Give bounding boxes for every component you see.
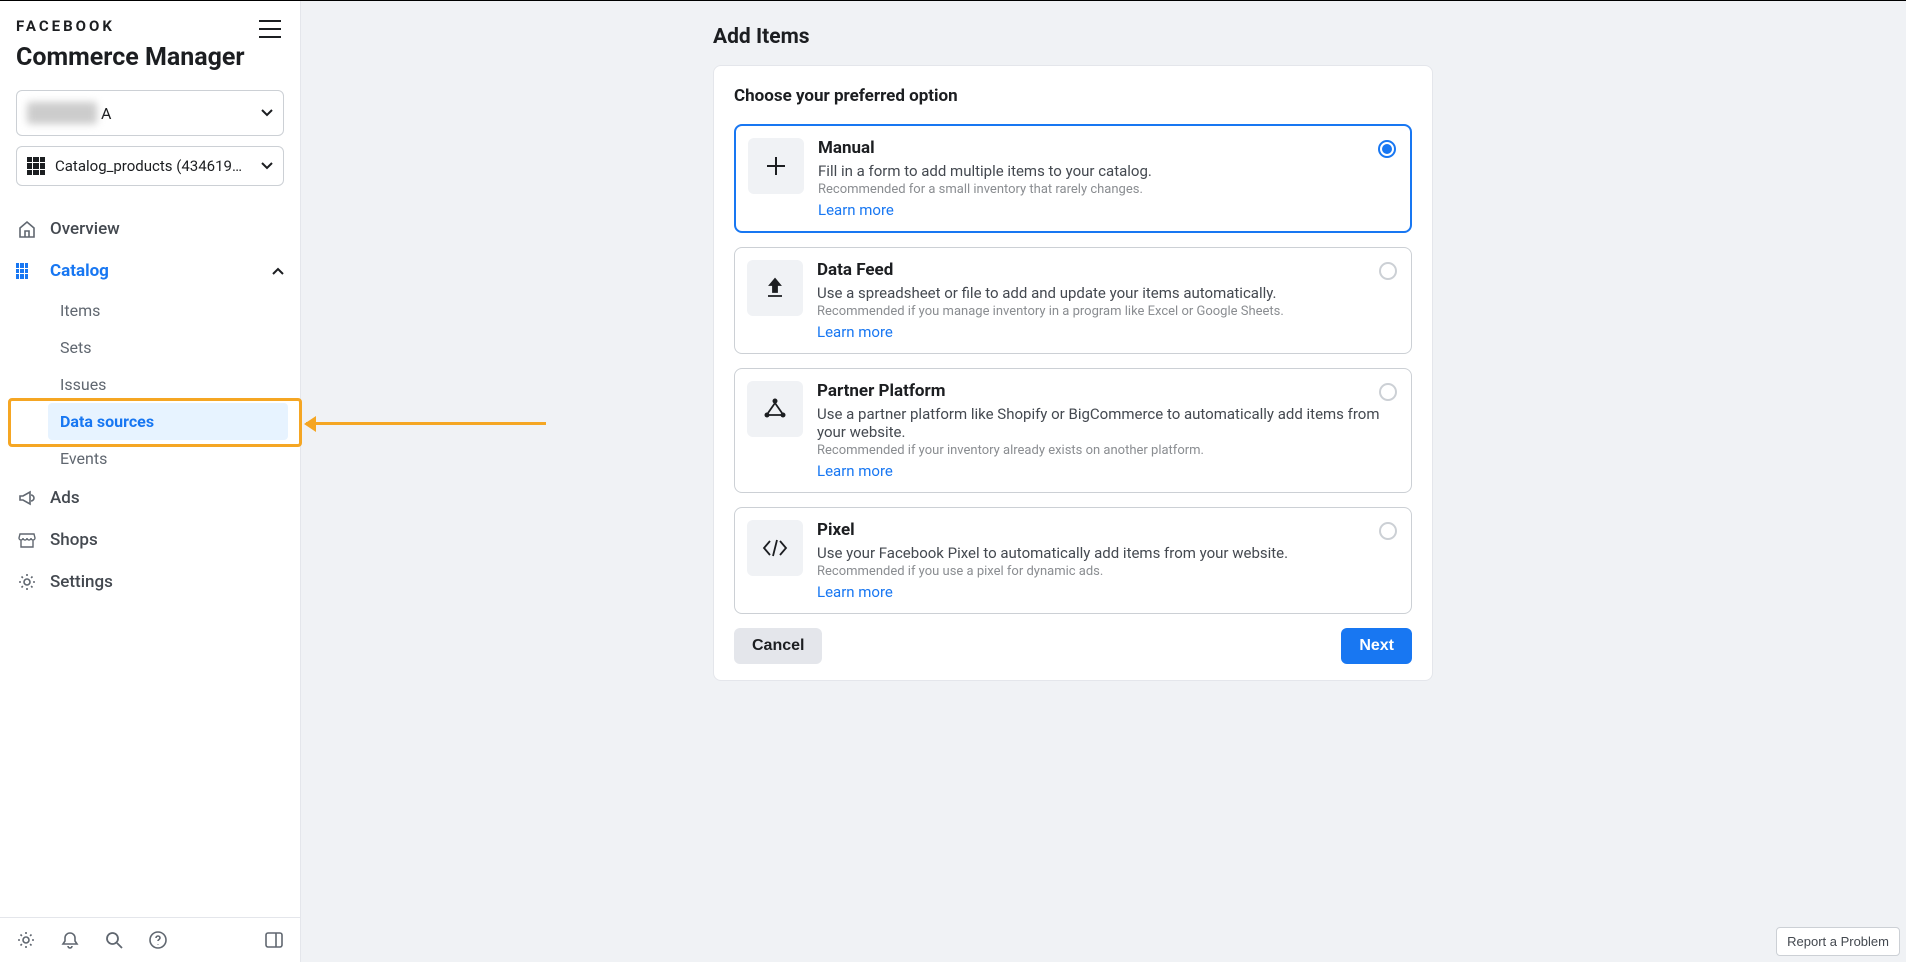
- sidebar-subitem-data-sources[interactable]: Data sources: [48, 403, 288, 440]
- account-suffix: A: [101, 104, 111, 123]
- sidebar-item-shops[interactable]: Shops: [0, 519, 300, 561]
- option-desc: Use a spreadsheet or file to add and upd…: [817, 284, 1399, 302]
- option-rec: Recommended if you use a pixel for dynam…: [817, 564, 1399, 579]
- sidebar-item-label: Ads: [50, 488, 80, 508]
- help-icon[interactable]: [146, 928, 170, 952]
- option-desc: Use your Facebook Pixel to automatically…: [817, 544, 1399, 562]
- sidebar-item-label: Overview: [50, 219, 120, 239]
- option-rec: Recommended if your inventory already ex…: [817, 443, 1399, 458]
- option-partner-platform[interactable]: Partner Platform Use a partner platform …: [734, 368, 1412, 493]
- sidebar-item-label: Shops: [50, 530, 98, 550]
- plus-icon: [748, 138, 804, 194]
- sidebar-item-label: Catalog: [50, 261, 109, 281]
- hamburger-menu-icon[interactable]: [256, 15, 284, 43]
- account-selector[interactable]: A: [16, 90, 284, 136]
- sidebar-subitem-events[interactable]: Events: [48, 440, 288, 477]
- upload-icon: [747, 260, 803, 316]
- option-learn-more[interactable]: Learn more: [817, 462, 1399, 480]
- caret-down-icon: [261, 109, 273, 117]
- account-name-blurred: [27, 102, 97, 124]
- sidebar-item-overview[interactable]: Overview: [0, 208, 300, 250]
- sidebar-subitem-issues[interactable]: Issues: [48, 366, 288, 403]
- sidebar-nav: Overview Catalog Items Sets Issues Data …: [0, 208, 300, 917]
- option-title: Data Feed: [817, 260, 1399, 280]
- option-rec: Recommended if you manage inventory in a…: [817, 304, 1399, 319]
- sidebar-subitem-label: Data sources: [60, 412, 154, 431]
- sidebar-subitem-label: Events: [60, 449, 107, 468]
- option-desc: Use a partner platform like Shopify or B…: [817, 405, 1399, 441]
- option-manual[interactable]: Manual Fill in a form to add multiple it…: [734, 124, 1412, 233]
- sidebar-subitem-sets[interactable]: Sets: [48, 329, 288, 366]
- caret-down-icon: [261, 162, 273, 170]
- network-icon: [747, 381, 803, 437]
- radio-selected[interactable]: [1378, 140, 1396, 158]
- option-title: Pixel: [817, 520, 1399, 540]
- sidebar-subitem-label: Issues: [60, 375, 106, 394]
- chevron-up-icon: [272, 267, 284, 275]
- option-title: Partner Platform: [817, 381, 1399, 401]
- bell-icon[interactable]: [58, 928, 82, 952]
- option-desc: Fill in a form to add multiple items to …: [818, 162, 1398, 180]
- option-learn-more[interactable]: Learn more: [817, 583, 1399, 601]
- radio[interactable]: [1379, 383, 1397, 401]
- sidebar-subitem-items[interactable]: Items: [48, 292, 288, 329]
- home-icon: [16, 218, 38, 240]
- catalog-selector[interactable]: Catalog_products (43461994...: [16, 146, 284, 186]
- add-items-card: Choose your preferred option Manual Fill…: [713, 65, 1433, 681]
- sidebar: FACEBOOK Commerce Manager A Catalog_prod…: [0, 1, 301, 962]
- sidebar-subitem-label: Sets: [60, 338, 91, 357]
- catalog-icon: [16, 260, 38, 282]
- option-data-feed[interactable]: Data Feed Use a spreadsheet or file to a…: [734, 247, 1412, 354]
- code-icon: [747, 520, 803, 576]
- option-learn-more[interactable]: Learn more: [817, 323, 1399, 341]
- option-title: Manual: [818, 138, 1398, 158]
- radio[interactable]: [1379, 522, 1397, 540]
- megaphone-icon: [16, 487, 38, 509]
- catalog-submenu: Items Sets Issues Data sources Events: [0, 292, 300, 477]
- search-icon[interactable]: [102, 928, 126, 952]
- catalog-grid-icon: [27, 157, 45, 175]
- option-pixel[interactable]: Pixel Use your Facebook Pixel to automat…: [734, 507, 1412, 614]
- sidebar-subitem-label: Items: [60, 301, 100, 320]
- next-button[interactable]: Next: [1341, 628, 1412, 664]
- card-prompt: Choose your preferred option: [734, 86, 1412, 106]
- sidebar-item-label: Settings: [50, 572, 113, 592]
- annotation-arrow: [306, 422, 546, 425]
- main-content: Add Items Choose your preferred option M…: [301, 1, 1906, 962]
- brand: FACEBOOK: [16, 17, 284, 35]
- option-rec: Recommended for a small inventory that r…: [818, 182, 1398, 197]
- radio[interactable]: [1379, 262, 1397, 280]
- catalog-selector-text: Catalog_products (43461994...: [55, 157, 245, 175]
- app-title: Commerce Manager: [16, 43, 284, 72]
- gear-icon: [16, 571, 38, 593]
- cancel-button[interactable]: Cancel: [734, 628, 822, 664]
- sidebar-item-ads[interactable]: Ads: [0, 477, 300, 519]
- option-learn-more[interactable]: Learn more: [818, 201, 1398, 219]
- shop-icon: [16, 529, 38, 551]
- sidebar-header: FACEBOOK Commerce Manager A Catalog_prod…: [0, 1, 300, 196]
- sidebar-item-catalog[interactable]: Catalog: [0, 250, 300, 292]
- sidebar-footer: [0, 917, 300, 962]
- card-actions: Cancel Next: [734, 628, 1412, 664]
- sidebar-item-settings[interactable]: Settings: [0, 561, 300, 603]
- gear-icon[interactable]: [14, 928, 38, 952]
- panel-toggle-icon[interactable]: [262, 928, 286, 952]
- report-problem-button[interactable]: Report a Problem: [1776, 927, 1900, 956]
- page-title: Add Items: [301, 1, 1906, 49]
